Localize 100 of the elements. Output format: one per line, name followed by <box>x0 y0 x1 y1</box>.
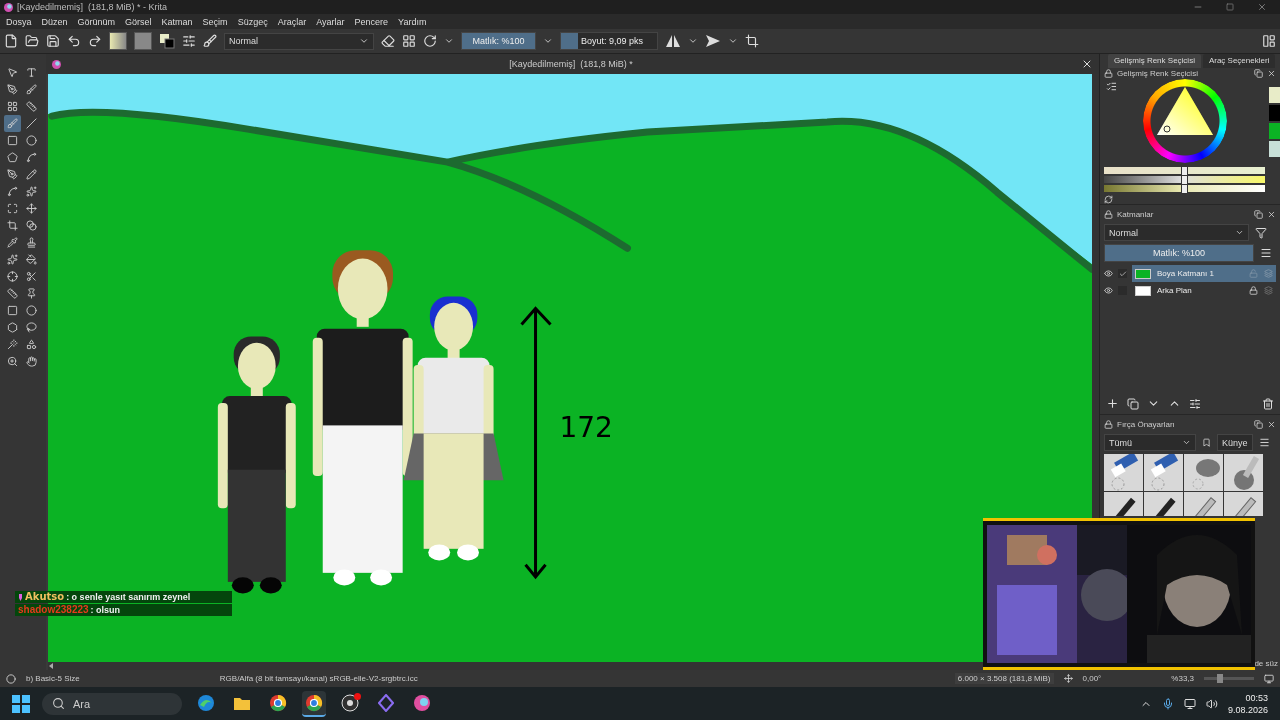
tag-dropdown[interactable]: Künye <box>1217 434 1253 451</box>
color-slider[interactable] <box>1104 176 1265 183</box>
float-icon[interactable] <box>1254 209 1263 219</box>
measure-icon[interactable] <box>4 285 21 302</box>
mirror-icon[interactable] <box>665 34 681 48</box>
menu-item[interactable]: Görsel <box>125 16 152 27</box>
brush-settings-icon[interactable] <box>182 34 196 48</box>
size-slider[interactable]: Boyut: 9,09 pks <box>560 32 658 50</box>
wrap-icon[interactable] <box>705 34 721 48</box>
record-app-icon[interactable] <box>341 693 359 712</box>
menu-item[interactable]: Araçlar <box>277 16 307 27</box>
layout-icon[interactable] <box>1262 34 1276 48</box>
close-icon[interactable] <box>1267 419 1276 429</box>
color-swap-icon[interactable] <box>159 33 175 49</box>
dock-tab[interactable]: Gelişmiş Renk Seçicisi <box>1108 54 1201 68</box>
menu-item[interactable]: Düzen <box>41 16 68 27</box>
menu-item[interactable]: Ayarlar <box>316 16 345 27</box>
clock-date[interactable]: 9.08.2026 <box>1227 704 1268 715</box>
trash-icon[interactable] <box>1262 397 1274 410</box>
screen-icon[interactable] <box>1264 673 1274 684</box>
open-folder-icon[interactable] <box>25 34 39 48</box>
opacity-slider[interactable]: Matlık: %100 <box>461 32 536 50</box>
browser-icon[interactable] <box>197 693 215 712</box>
fill-icon[interactable] <box>23 251 40 268</box>
float-icon[interactable] <box>1254 419 1263 429</box>
preset-filter-dropdown[interactable]: Tümü <box>1104 434 1196 451</box>
crop-icon[interactable] <box>4 217 21 234</box>
move-icon[interactable] <box>23 200 40 217</box>
list-icon[interactable] <box>1106 81 1117 92</box>
undo-icon[interactable] <box>67 34 81 48</box>
brush-preset[interactable] <box>1144 454 1183 491</box>
paint-app-icon[interactable] <box>413 693 431 712</box>
slider-handle[interactable] <box>1181 166 1189 176</box>
eraser-icon[interactable] <box>381 34 395 48</box>
color-swatch[interactable] <box>1269 123 1280 139</box>
gradient-icon[interactable] <box>23 217 40 234</box>
float-icon[interactable] <box>1254 69 1263 78</box>
slider-handle[interactable] <box>1181 175 1189 185</box>
bookmark-icon[interactable] <box>1202 438 1211 447</box>
caret-icon[interactable] <box>543 36 553 46</box>
lock-icon[interactable] <box>1104 69 1113 78</box>
smart-patch-icon[interactable] <box>4 251 21 268</box>
color-swatch[interactable] <box>1269 141 1280 157</box>
zoom-slider[interactable] <box>1204 677 1254 680</box>
browser-icon[interactable] <box>305 693 323 712</box>
add-icon[interactable] <box>1106 397 1119 410</box>
ellipse-select-icon[interactable] <box>23 302 40 319</box>
caret-icon[interactable] <box>688 36 698 46</box>
eye-icon[interactable] <box>1104 269 1113 278</box>
menu-item[interactable]: Katman <box>161 16 193 27</box>
close-icon[interactable] <box>1267 69 1276 78</box>
hand-icon[interactable] <box>23 353 40 370</box>
slider-handle[interactable] <box>1217 674 1224 683</box>
pipette-icon[interactable] <box>4 234 21 251</box>
brush-preset[interactable] <box>1104 454 1143 491</box>
line-icon[interactable] <box>23 115 40 132</box>
brush-icon[interactable] <box>4 115 21 132</box>
checker-icon[interactable] <box>402 34 416 48</box>
lock-icon[interactable] <box>1104 419 1113 429</box>
reload-icon[interactable] <box>423 34 437 48</box>
app-icon[interactable] <box>378 693 394 712</box>
menu-item[interactable]: Pencere <box>354 16 389 27</box>
color-swatch[interactable] <box>1269 105 1280 121</box>
brush-preset-icon[interactable] <box>203 34 217 48</box>
color-slider[interactable] <box>1104 167 1265 174</box>
menu-icon[interactable] <box>1260 247 1272 259</box>
sparkle-icon[interactable] <box>23 183 40 200</box>
filter-icon[interactable] <box>1255 226 1267 239</box>
close-icon[interactable] <box>1081 58 1093 70</box>
slider-handle[interactable] <box>1181 184 1189 194</box>
duplicate-icon[interactable] <box>1127 397 1139 410</box>
color-slider[interactable] <box>1104 185 1265 192</box>
browser-icon[interactable] <box>269 693 287 712</box>
brush-preset[interactable] <box>1144 492 1183 516</box>
redo-icon[interactable] <box>88 34 102 48</box>
menu-item[interactable]: Dosya <box>6 16 32 27</box>
menu-item[interactable]: Süzgeç <box>237 16 268 27</box>
caret-icon[interactable] <box>444 36 454 46</box>
volume-icon[interactable] <box>1205 697 1218 710</box>
crop-icon[interactable] <box>745 34 759 48</box>
lock-icon[interactable] <box>1249 286 1258 295</box>
color-swatch[interactable] <box>1269 87 1280 103</box>
pencil-icon[interactable] <box>23 166 40 183</box>
monitor-icon[interactable] <box>1183 697 1196 710</box>
layer-opacity-slider[interactable]: Matlık: %100 <box>1104 244 1254 262</box>
windows-logo-icon[interactable] <box>12 694 30 713</box>
rotate-icon[interactable] <box>1063 674 1073 683</box>
vertical-scrollbar[interactable] <box>1092 74 1099 518</box>
save-icon[interactable] <box>46 34 60 48</box>
layer-checkbox[interactable] <box>1118 269 1127 278</box>
brush-preset[interactable] <box>1104 492 1143 516</box>
crosshair-icon[interactable] <box>4 268 21 285</box>
search-field[interactable]: Ara <box>42 692 182 715</box>
menu-item[interactable]: Yardım <box>398 16 427 27</box>
blend-mode-dropdown[interactable]: Normal <box>224 32 374 50</box>
caret-icon[interactable] <box>728 36 738 46</box>
menu-item[interactable]: Seçim <box>202 16 228 27</box>
close-icon[interactable] <box>1267 209 1276 219</box>
ellipse-icon[interactable] <box>23 132 40 149</box>
menu-item[interactable]: Görünüm <box>77 16 116 27</box>
